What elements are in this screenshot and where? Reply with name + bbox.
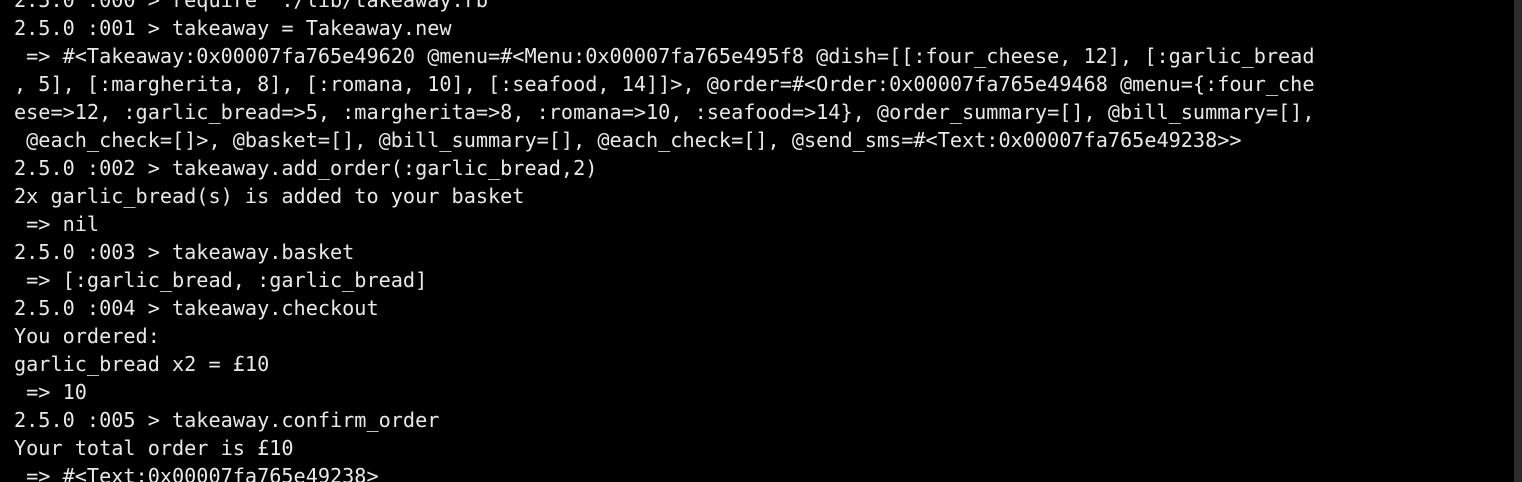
terminal-output: 2.5.0 :000 > require './lib/takeaway.rb'… [14, 0, 1509, 482]
terminal-line: 2x garlic_bread(s) is added to your bask… [14, 184, 525, 208]
terminal-line: 2.5.0 :005 > takeaway.confirm_order [14, 408, 440, 432]
terminal-line: => #<Takeaway:0x00007fa765e49620 @menu=#… [14, 44, 1315, 68]
terminal-line: => [:garlic_bread, :garlic_bread] [14, 268, 428, 292]
terminal-line: 2.5.0 :000 > require './lib/takeaway.rb' [14, 0, 501, 12]
terminal-line: => nil [14, 212, 100, 236]
terminal-window[interactable]: 2.5.0 :000 > require './lib/takeaway.rb'… [0, 0, 1522, 482]
terminal-line: , 5], [:margherita, 8], [:romana, 10], [… [14, 72, 1315, 96]
terminal-line: => 10 [14, 380, 87, 404]
terminal-line: garlic_bread x2 = £10 [14, 352, 270, 376]
terminal-line: => #<Text:0x00007fa765e49238> [14, 464, 379, 482]
terminal-line: @each_check=[]>, @basket=[], @bill_summa… [14, 128, 1242, 152]
terminal-line: You ordered: [14, 324, 160, 348]
terminal-line: Your total order is £10 [14, 436, 294, 460]
terminal-line: 2.5.0 :003 > takeaway.basket [14, 240, 355, 264]
terminal-line: 2.5.0 :004 > takeaway.checkout [14, 296, 379, 320]
terminal-line: ese=>12, :garlic_bread=>5, :margherita=>… [14, 100, 1315, 124]
terminal-line: 2.5.0 :002 > takeaway.add_order(:garlic_… [14, 156, 598, 180]
terminal-scrollbar[interactable] [1510, 0, 1522, 482]
terminal-line: 2.5.0 :001 > takeaway = Takeaway.new [14, 16, 452, 40]
scrollbar-thumb[interactable] [1514, 0, 1522, 482]
